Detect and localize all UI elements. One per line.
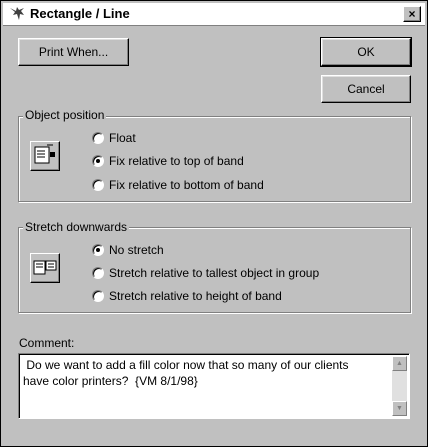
radio-fix-bottom-button[interactable] [92, 179, 104, 191]
stretch-icon [30, 253, 60, 283]
radio-fix-bottom[interactable]: Fix relative to bottom of band [92, 177, 264, 193]
close-icon: × [408, 7, 416, 21]
radio-no-stretch-label: No stretch [109, 243, 164, 257]
comment-textarea[interactable]: Do we want to add a fill color now that … [18, 353, 410, 419]
radio-stretch-height[interactable]: Stretch relative to height of band [92, 288, 282, 304]
print-when-button[interactable]: Print When... [18, 38, 129, 66]
radio-fix-top-button[interactable] [92, 155, 104, 167]
stretch-label: Stretch downwards [23, 220, 130, 234]
scroll-up-icon: ▲ [396, 360, 403, 367]
window-title: Rectangle / Line [30, 6, 130, 21]
object-position-icon [30, 141, 60, 171]
radio-fix-bottom-label: Fix relative to bottom of band [109, 178, 264, 192]
title-bar[interactable]: Rectangle / Line × [3, 3, 425, 26]
radio-no-stretch[interactable]: No stretch [92, 242, 164, 258]
comment-label: Comment: [19, 336, 75, 350]
cancel-label: Cancel [347, 82, 385, 96]
radio-float-label: Float [109, 131, 136, 145]
radio-stretch-height-label: Stretch relative to height of band [109, 289, 282, 303]
scroll-down-button[interactable]: ▼ [392, 401, 407, 416]
app-icon [10, 7, 24, 20]
ok-label: OK [357, 45, 375, 59]
radio-stretch-tallest-label: Stretch relative to tallest object in gr… [109, 266, 320, 280]
cancel-button[interactable]: Cancel [321, 75, 411, 103]
radio-float[interactable]: Float [92, 130, 136, 146]
close-button[interactable]: × [403, 6, 421, 22]
print-when-label: Print When... [38, 45, 109, 59]
radio-stretch-tallest[interactable]: Stretch relative to tallest object in gr… [92, 265, 319, 281]
scroll-up-button[interactable]: ▲ [392, 356, 407, 371]
radio-stretch-height-button[interactable] [92, 290, 104, 302]
object-position-label: Object position [23, 108, 107, 122]
scroll-down-icon: ▼ [396, 405, 403, 412]
radio-fix-top[interactable]: Fix relative to top of band [92, 153, 244, 169]
radio-stretch-tallest-button[interactable] [92, 267, 104, 279]
comment-text: Do we want to add a fill color now that … [23, 358, 349, 388]
comment-scrollbar[interactable]: ▲ ▼ [392, 356, 407, 416]
radio-no-stretch-button[interactable] [92, 244, 104, 256]
dialog-window: Rectangle / Line × Print When... OK Canc… [0, 0, 428, 447]
radio-float-button[interactable] [92, 132, 104, 144]
radio-fix-top-label: Fix relative to top of band [109, 154, 244, 168]
ok-button[interactable]: OK [320, 37, 412, 67]
